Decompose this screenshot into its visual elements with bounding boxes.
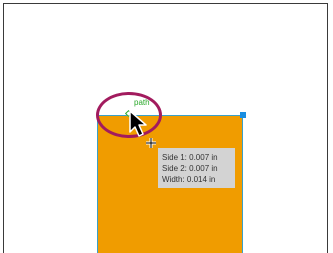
tooltip-side1: Side 1: 0.007 in [162,153,218,162]
corner-anchor-handle[interactable] [240,112,246,118]
arrow-cursor-icon [129,110,147,137]
tooltip-width: Width: 0.014 in [162,175,216,184]
measurement-tooltip: Side 1: 0.007 in Side 2: 0.007 in Width:… [158,148,235,188]
crosshair-plus-icon [146,138,156,148]
smart-guide-path-label: path [134,98,150,107]
tooltip-side2: Side 2: 0.007 in [162,164,218,173]
